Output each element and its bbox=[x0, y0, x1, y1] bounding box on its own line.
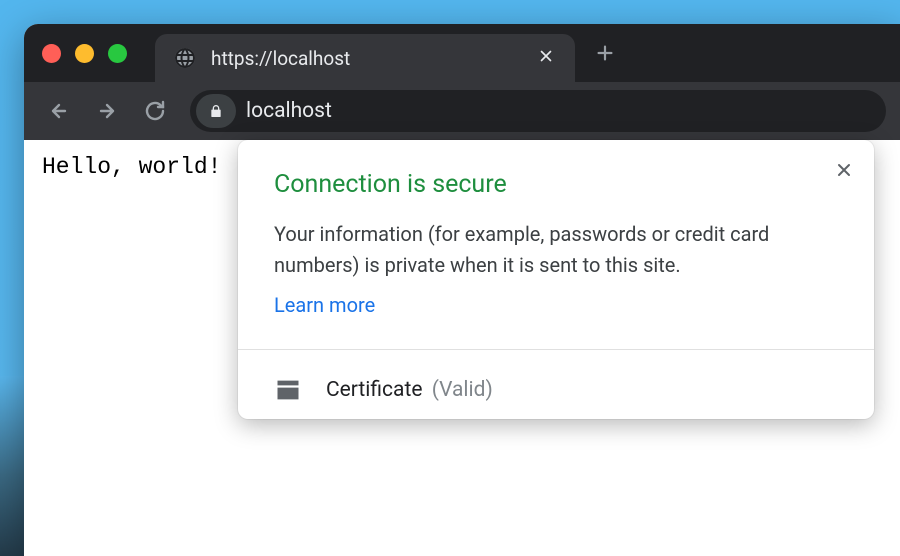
globe-icon bbox=[173, 46, 197, 70]
new-tab-button[interactable] bbox=[583, 31, 627, 75]
window-titlebar: https://localhost bbox=[24, 24, 900, 82]
window-controls bbox=[42, 44, 127, 63]
address-bar[interactable]: localhost bbox=[190, 90, 886, 132]
window-zoom-button[interactable] bbox=[108, 44, 127, 63]
connection-secure-description: Your information (for example, passwords… bbox=[274, 219, 838, 281]
certificate-status: (Valid) bbox=[432, 378, 493, 402]
window-minimize-button[interactable] bbox=[75, 44, 94, 63]
certificate-icon bbox=[274, 376, 302, 404]
connection-secure-heading: Connection is secure bbox=[274, 170, 838, 199]
reload-button[interactable] bbox=[134, 90, 176, 132]
back-button[interactable] bbox=[38, 90, 80, 132]
tab-close-button[interactable] bbox=[533, 43, 559, 74]
site-security-chip[interactable] bbox=[196, 94, 236, 128]
page-viewport: Hello, world! Connection is secure Your … bbox=[24, 140, 900, 556]
browser-window: https://localhost localhost Hello, world… bbox=[24, 24, 900, 556]
url-text: localhost bbox=[246, 99, 332, 123]
learn-more-link[interactable]: Learn more bbox=[274, 293, 375, 317]
browser-tab[interactable]: https://localhost bbox=[155, 34, 575, 82]
certificate-row[interactable]: Certificate (Valid) bbox=[238, 350, 874, 419]
window-close-button[interactable] bbox=[42, 44, 61, 63]
certificate-label: Certificate bbox=[326, 378, 422, 402]
lock-icon bbox=[208, 103, 224, 119]
forward-button[interactable] bbox=[86, 90, 128, 132]
tab-title: https://localhost bbox=[211, 47, 533, 70]
browser-toolbar: localhost bbox=[24, 82, 900, 140]
site-information-popover: Connection is secure Your information (f… bbox=[238, 140, 874, 419]
desktop-wallpaper-strip bbox=[0, 376, 24, 556]
popover-close-button[interactable] bbox=[828, 154, 860, 186]
